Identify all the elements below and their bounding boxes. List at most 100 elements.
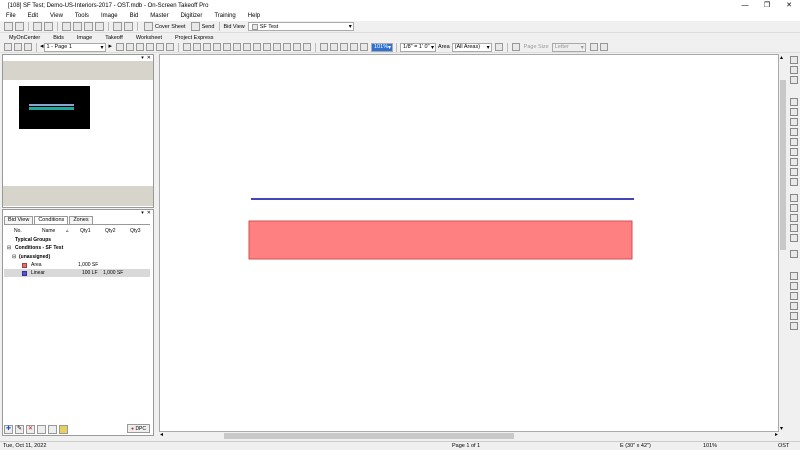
compare-icon[interactable]	[789, 98, 798, 106]
takeoff-drawing[interactable]	[160, 55, 779, 432]
scroll-right-icon[interactable]: ▸	[775, 431, 778, 438]
delete-icon[interactable]	[95, 22, 104, 31]
page-size-select[interactable]: Letter	[551, 42, 586, 52]
menu-tools[interactable]: Tools	[75, 13, 89, 19]
hyperlink-icon[interactable]	[293, 43, 302, 51]
area-takeoff[interactable]	[248, 220, 633, 260]
table-icon[interactable]	[789, 234, 798, 242]
condition-row-area[interactable]: Area 1,000 SF	[4, 261, 150, 269]
scale-tool-icon[interactable]	[789, 138, 798, 146]
col-name[interactable]: Name	[42, 228, 55, 234]
group-conditions[interactable]: ⊟ Conditions - SF Test	[4, 244, 150, 252]
split-icon[interactable]	[789, 282, 798, 290]
info-icon[interactable]	[789, 224, 798, 232]
fit-page-icon[interactable]	[320, 43, 329, 51]
vertical-scrollbar[interactable]: ▴ ▾	[779, 54, 787, 432]
overlay-icon[interactable]	[789, 76, 798, 84]
back-icon[interactable]	[4, 43, 12, 51]
zoom-window-icon[interactable]	[146, 43, 155, 51]
highlighter-icon[interactable]	[203, 43, 212, 51]
vertical-scroll-thumb[interactable]	[780, 80, 786, 250]
paste-icon[interactable]	[84, 22, 93, 31]
rectangle-annotation-icon[interactable]	[243, 43, 252, 51]
menu-help[interactable]: Help	[248, 13, 260, 19]
tab-image[interactable]: Image	[77, 35, 92, 41]
tab-worksheet[interactable]: Worksheet	[136, 35, 162, 41]
area-settings-icon[interactable]	[494, 43, 503, 51]
tab-conditions[interactable]: Conditions	[34, 216, 69, 224]
note-icon[interactable]	[303, 43, 312, 51]
print-icon[interactable]	[33, 22, 42, 31]
copy-icon[interactable]	[37, 424, 46, 434]
print-area-icon[interactable]	[166, 43, 175, 51]
scale-select[interactable]: 1/8" = 1' 0"	[400, 42, 437, 52]
print-preview-icon[interactable]	[44, 22, 53, 31]
zoom-minus-icon[interactable]	[350, 43, 359, 51]
rotate-tool-icon[interactable]	[789, 148, 798, 156]
condition-row-linear[interactable]: Linear 100 LF 1,000 SF	[4, 269, 150, 277]
forward-icon[interactable]	[14, 43, 22, 51]
circle-annotation-icon[interactable]	[263, 43, 272, 51]
zoom-select[interactable]: 101%	[371, 42, 394, 52]
delete-icon[interactable]: ✕	[26, 424, 35, 434]
panel-toggle-icon[interactable]	[789, 250, 798, 258]
open-icon[interactable]	[15, 22, 24, 31]
edit-icon[interactable]: ✎	[15, 424, 24, 434]
menu-digitizer[interactable]: Digitizer	[181, 13, 203, 19]
stamp-icon[interactable]	[213, 43, 222, 51]
menu-training[interactable]: Training	[214, 13, 235, 19]
cloud-annotation-icon[interactable]	[283, 43, 292, 51]
pages-icon[interactable]	[789, 312, 798, 320]
send-button[interactable]: Send	[190, 22, 214, 31]
select-pointer-icon[interactable]	[116, 43, 125, 51]
folder-icon[interactable]	[59, 424, 68, 434]
drawing-canvas[interactable]	[159, 54, 779, 432]
grid-icon[interactable]	[789, 302, 798, 310]
duplicate-icon[interactable]	[789, 292, 798, 300]
maximize-button[interactable]: ❐	[756, 0, 778, 11]
menu-file[interactable]: File	[6, 13, 16, 19]
scroll-up-icon[interactable]: ▴	[780, 54, 783, 61]
properties-icon[interactable]	[789, 272, 798, 280]
tab-bids[interactable]: Bids	[53, 35, 64, 41]
add-icon[interactable]: ✚	[4, 424, 13, 434]
tab-project-express[interactable]: Project Express	[175, 35, 214, 41]
bookmark-icon[interactable]	[789, 204, 798, 212]
blank-page-icon[interactable]	[589, 43, 598, 51]
zoom-in-icon[interactable]	[136, 43, 145, 51]
line-annotation-icon[interactable]	[233, 43, 242, 51]
dpc-button[interactable]: ● DPC	[127, 424, 150, 433]
tab-zones[interactable]: Zones	[69, 216, 93, 224]
polygon-annotation-icon[interactable]	[273, 43, 282, 51]
takeoff-tool-icon[interactable]	[789, 56, 798, 64]
export-icon[interactable]	[789, 322, 798, 330]
zoom-plus-icon[interactable]	[340, 43, 349, 51]
layer-icon[interactable]	[789, 66, 798, 74]
print-page-icon[interactable]	[599, 43, 608, 51]
legend-icon[interactable]	[789, 194, 798, 202]
menu-edit[interactable]: Edit	[28, 13, 38, 19]
undo-icon[interactable]	[113, 22, 122, 31]
pin-icon[interactable]: ▾	[141, 210, 144, 216]
crop-icon[interactable]	[789, 178, 798, 186]
collapse-icon[interactable]: ⊟	[7, 244, 11, 252]
menu-bid[interactable]: Bid	[130, 13, 139, 19]
tab-bid-view[interactable]: Bid View	[4, 216, 34, 224]
ruler-icon[interactable]	[789, 128, 798, 136]
menu-view[interactable]: View	[50, 13, 63, 19]
cut-icon[interactable]	[62, 22, 71, 31]
horizontal-scroll-thumb[interactable]	[224, 433, 514, 439]
styles-icon[interactable]	[48, 424, 57, 434]
new-icon[interactable]	[4, 22, 13, 31]
count-icon[interactable]	[789, 158, 798, 166]
zoom-magnify-icon[interactable]	[330, 43, 339, 51]
arrow-annotation-icon[interactable]	[223, 43, 232, 51]
col-qty1[interactable]: Qty1	[80, 228, 91, 234]
page-thumbnail[interactable]	[19, 86, 90, 129]
zoom-previous-icon[interactable]	[360, 43, 369, 51]
tab-myoncenter[interactable]: MyOnCenter	[9, 35, 40, 41]
tab-takeoff[interactable]: Takeoff	[105, 35, 123, 41]
collapse-icon[interactable]: ⊟	[12, 253, 16, 261]
menu-image[interactable]: Image	[101, 13, 118, 19]
scroll-left-icon[interactable]: ◂	[160, 431, 163, 438]
